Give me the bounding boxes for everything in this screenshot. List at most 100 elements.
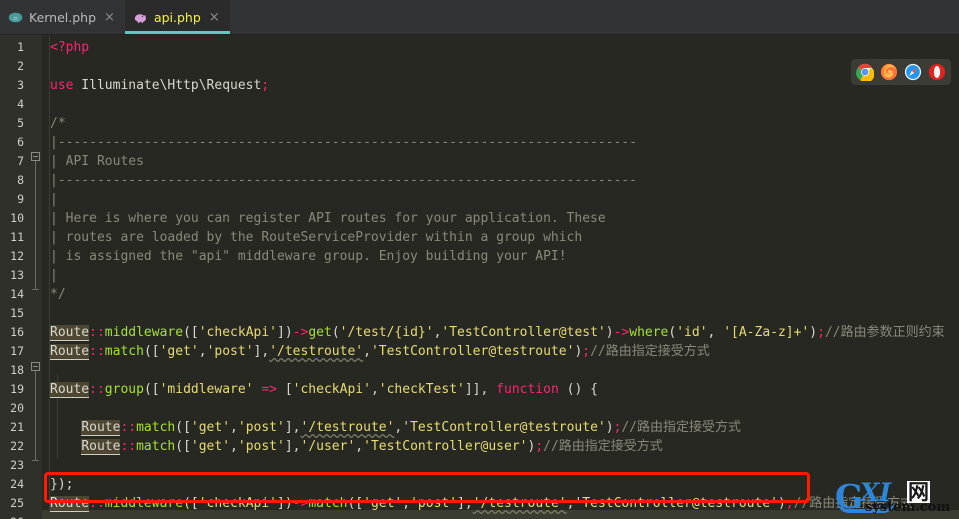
code-token-punct: ([ — [175, 420, 191, 435]
code-token-cls: Route — [81, 420, 121, 436]
line-number: 3 — [17, 78, 24, 92]
close-icon[interactable]: × — [102, 11, 115, 24]
safari-icon[interactable] — [904, 63, 922, 81]
code-token-op: :: — [120, 439, 137, 454]
line-number: 16 — [10, 325, 24, 339]
code-token-cls: Route — [50, 496, 90, 512]
code-token-punct: ([ — [143, 344, 160, 359]
code-token-comment: */ — [50, 287, 66, 302]
code-token-op: :: — [89, 496, 105, 511]
code-line: |---------------------------------------… — [50, 171, 637, 190]
line-number: 13 — [10, 268, 24, 282]
code-token-str: 'TestController@testroute' — [402, 420, 606, 435]
code-token-punct: ) — [809, 325, 818, 340]
code-token-comment: | routes are loaded by the RouteServiceP… — [50, 230, 583, 245]
code-token-comment: | — [50, 192, 58, 207]
browser-launcher-toolbar[interactable] — [851, 59, 951, 85]
code-token-str: 'get' — [363, 496, 403, 511]
fold-toggle-comment-icon[interactable] — [31, 152, 40, 161]
code-token-comment: //路由参数正则约束 — [824, 325, 945, 340]
line-number: 14 — [10, 287, 24, 301]
code-line: Route::match(['get','post'],'/testroute'… — [50, 342, 710, 361]
code-token-punct: [ — [284, 382, 293, 397]
code-token-fn: middleware — [104, 496, 184, 511]
code-token-punct: ) — [605, 325, 614, 340]
code-line: Route::match(['get','post'],'/testroute'… — [50, 418, 741, 437]
code-token-str: 'get' — [190, 420, 231, 435]
code-token-op: :: — [89, 325, 105, 340]
code-token-cls: Route — [81, 439, 121, 455]
code-token-punct: ([ — [143, 382, 160, 397]
line-number: 15 — [10, 306, 24, 320]
code-token-str: 'checkTest' — [378, 382, 465, 397]
code-token-punct: ([ — [175, 439, 191, 454]
line-number: 9 — [17, 192, 24, 206]
code-token-comment: //路由指定接受方式 — [590, 344, 710, 359]
line-number: 7 — [17, 154, 24, 168]
code-token-fn: group — [104, 382, 144, 397]
line-number: 4 — [17, 97, 24, 111]
php-file-icon: = — [8, 12, 23, 22]
code-token-comment: | is assigned the "api" middleware group… — [50, 249, 567, 264]
code-token-fn: where — [629, 325, 669, 340]
code-token-str: 'get' — [190, 439, 231, 454]
code-line: Route::group(['middleware' => ['checkApi… — [50, 380, 598, 399]
code-token-op: :: — [89, 382, 105, 397]
code-token-fn: match — [136, 420, 176, 435]
editor-window: = Kernel.php × api.php × 1 2 3 4 5 6 7 8 9 10 11 12… — [0, 0, 959, 519]
line-number: 26 — [0, 513, 24, 519]
code-token-punct: ( — [331, 325, 340, 340]
firefox-icon[interactable] — [880, 63, 898, 81]
line-number: 6 — [17, 135, 24, 149]
line-number: 23 — [10, 458, 24, 472]
close-icon[interactable]: × — [207, 11, 220, 24]
code-token-punct: ]], — [464, 382, 497, 397]
code-line: }); — [50, 475, 73, 494]
tab-api-php[interactable]: api.php × — [124, 0, 230, 34]
code-line: Route::middleware(['checkApi'])->get('/t… — [50, 323, 945, 342]
code-token-op: -> — [613, 325, 630, 340]
line-number: 25 — [10, 496, 24, 510]
code-token-str: 'post' — [237, 439, 285, 454]
code-token-str-sq: '/testroute' — [300, 420, 395, 435]
code-token-str: 'post' — [410, 496, 458, 511]
code-line: |---------------------------------------… — [50, 133, 637, 152]
code-content[interactable]: <?php use Illuminate\Http\Request; /* |----… — [42, 35, 959, 519]
code-token-comment: //路由指定接受方式 — [621, 420, 742, 435]
code-line: /* — [50, 114, 66, 133]
line-number: 21 — [10, 420, 24, 434]
code-token-str: '/test/{id}' — [339, 325, 434, 340]
line-number: 8 — [17, 173, 24, 187]
code-token-kw: ; — [785, 496, 794, 511]
code-token-kw: ; — [261, 78, 270, 93]
opera-icon[interactable] — [928, 63, 946, 81]
fold-range-end-icon — [32, 460, 39, 461]
code-line: use Illuminate\Http\Request; — [50, 76, 269, 95]
code-token-cls: Route — [50, 325, 90, 341]
code-token-punct: ([ — [183, 325, 199, 340]
code-token-cls: Route — [50, 344, 90, 360]
fold-toggle-group-icon[interactable] — [31, 362, 40, 371]
code-token-comment: //路由指定接受方式 — [543, 439, 663, 454]
line-number: 1 — [17, 40, 24, 54]
code-token-punct: ) — [605, 420, 614, 435]
fold-range-line — [35, 371, 36, 460]
line-number-gutter: 1 2 3 4 5 6 7 8 9 10 11 12 13 14 15 16 17 18 19 20 21 22 23 24 2… — [0, 35, 42, 519]
code-token-cls: Route — [50, 382, 90, 398]
fold-range-end-icon — [32, 289, 39, 290]
code-token-fn: match — [308, 496, 348, 511]
line-number: 10 — [10, 211, 24, 225]
code-line: Route::middleware(['checkApi'])->match([… — [50, 494, 913, 513]
code-token-kw: ; — [582, 344, 591, 359]
code-folding-strip[interactable] — [30, 35, 42, 519]
chrome-icon[interactable] — [856, 63, 874, 81]
code-token-punct: ], — [253, 344, 270, 359]
editor-tab-bar: = Kernel.php × api.php × — [0, 0, 959, 35]
tab-kernel-php[interactable]: = Kernel.php × — [0, 0, 125, 34]
line-number: 24 — [10, 477, 24, 491]
code-token-kw: <?php — [50, 40, 90, 55]
code-token-str: 'get' — [159, 344, 199, 359]
code-token-comment: //路由指定接受方式 — [793, 496, 914, 511]
code-editor[interactable]: 1 2 3 4 5 6 7 8 9 10 11 12 13 14 15 16 17 18 19 20 21 22 23 24 2… — [0, 35, 959, 519]
